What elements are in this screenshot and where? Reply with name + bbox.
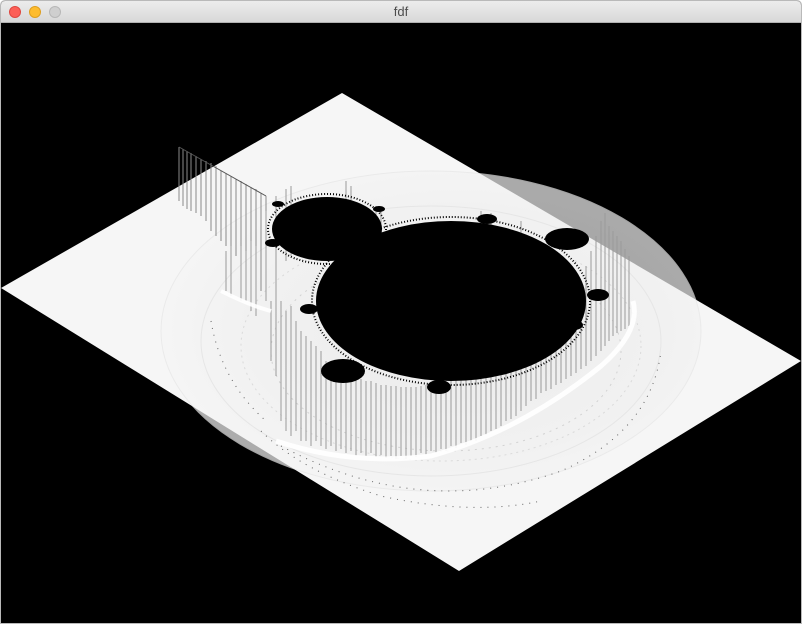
title-bar[interactable]: fdf — [1, 1, 801, 23]
window-title: fdf — [393, 4, 409, 19]
fdf-render — [1, 23, 801, 623]
app-window: fdf — [0, 0, 802, 624]
render-canvas[interactable] — [1, 23, 801, 623]
